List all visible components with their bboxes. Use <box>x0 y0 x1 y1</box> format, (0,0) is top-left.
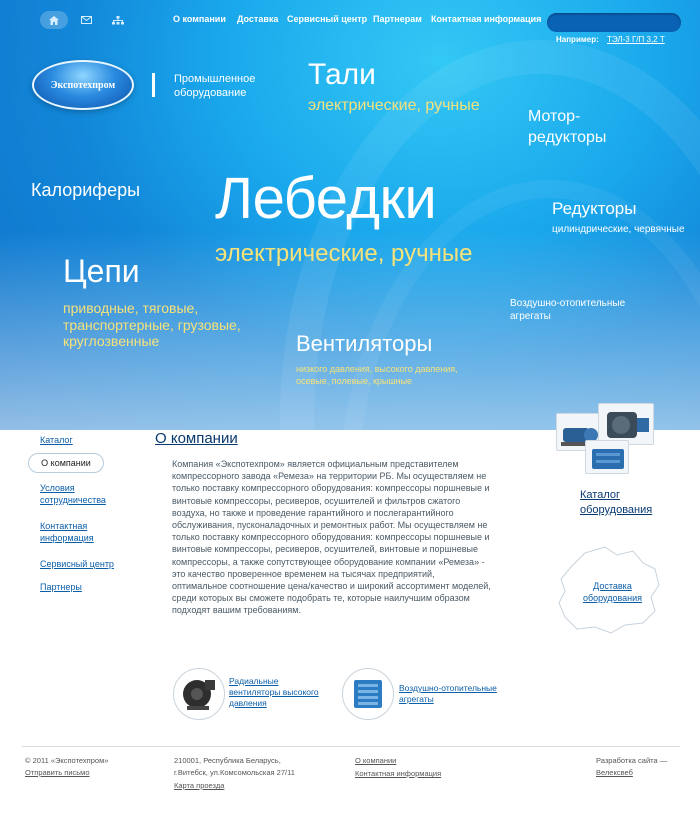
mail-icon[interactable] <box>72 11 100 29</box>
search-example-link[interactable]: ТЭЛ-3 Г/П 3,2 Т <box>607 35 665 44</box>
footer-map-link[interactable]: Карта проезда <box>174 781 224 790</box>
footer-contacts-link[interactable]: Контактная информация <box>355 769 441 778</box>
tali-subtitle: электрические, ручные <box>308 97 480 114</box>
link-reduktory[interactable]: Редукторы <box>552 199 636 219</box>
footer-developer-link[interactable]: Велексвеб <box>596 768 633 777</box>
product-link-radial-fans[interactable]: Радиальные вентиляторы высокого давления <box>229 676 329 709</box>
link-lebedki[interactable]: Лебедки <box>215 165 437 232</box>
page-text: Компания «Экспотехпром» является официал… <box>172 459 491 616</box>
sidebar-item-service[interactable]: Сервисный центр <box>40 558 130 570</box>
sitemap-icon[interactable] <box>104 11 132 29</box>
reduktory-subtitle: цилиндрические, червячные <box>552 224 685 235</box>
sidebar-item-terms[interactable]: Условия сотрудничества <box>40 482 130 506</box>
equipment-image[interactable] <box>598 403 654 445</box>
link-ventilatory[interactable]: Вентиляторы <box>296 331 432 357</box>
home-icon[interactable] <box>40 11 68 29</box>
nav-service-center[interactable]: Сервисный центр <box>287 14 367 24</box>
link-motor-reduktory[interactable]: Мотор- редукторы <box>528 106 606 148</box>
sidebar-item-partners[interactable]: Партнеры <box>40 581 130 593</box>
heater-unit-icon <box>354 680 382 708</box>
link-kalorifery[interactable]: Калориферы <box>31 180 140 201</box>
search-input[interactable] <box>547 13 681 32</box>
logo[interactable]: Экспотехпром <box>32 60 134 110</box>
link-tsepi[interactable]: Цепи <box>63 253 140 290</box>
search-example-label: Например: <box>556 35 599 44</box>
sidebar-item-contacts[interactable]: Контактная информация <box>40 520 130 544</box>
link-tali[interactable]: Тали <box>308 58 376 92</box>
nav-partners[interactable]: Партнерам <box>373 14 422 24</box>
divider <box>152 73 155 97</box>
nav-delivery[interactable]: Доставка <box>237 14 278 24</box>
footer-divider <box>22 746 680 747</box>
footer-send-mail-link[interactable]: Отправить письмо <box>25 768 90 777</box>
nav-about[interactable]: О компании <box>173 14 226 24</box>
logo-text: Экспотехпром <box>50 79 116 91</box>
footer-developer-label: Разработка сайта — <box>596 756 668 765</box>
footer-address-line-1: 210001, Республика Беларусь, <box>174 756 281 765</box>
ventilatory-subtitle: низкого давления, высокого давления, осе… <box>296 364 458 386</box>
product-link-heaters[interactable]: Воздушно-отопительные агрегаты <box>399 683 509 705</box>
product-thumbnail[interactable] <box>342 668 394 720</box>
link-vozdushno-otopitelnye[interactable]: Воздушно-отопительные агрегаты <box>510 298 660 323</box>
sidebar-item-about[interactable]: О компании <box>28 453 104 473</box>
equipment-image[interactable] <box>585 440 629 474</box>
product-thumbnail[interactable] <box>173 668 225 720</box>
footer-address-line-2: г.Витебск, ул.Комсомольская 27/11 <box>174 768 295 777</box>
fan-icon <box>183 680 215 710</box>
catalog-link[interactable]: Каталог оборудования <box>580 488 670 518</box>
sidebar-item-catalog[interactable]: Каталог <box>40 434 130 446</box>
lebedki-subtitle: электрические, ручные <box>215 240 473 267</box>
delivery-link[interactable]: Доставка оборудования <box>575 580 650 604</box>
tagline: Промышленное оборудование <box>174 73 256 99</box>
footer-copyright: © 2011 «Экспотехпром» <box>25 756 109 765</box>
footer-about-link[interactable]: О компании <box>355 756 396 765</box>
tsepi-subtitle: приводные, тяговые, транспортерные, груз… <box>63 300 241 349</box>
nav-contacts[interactable]: Контактная информация <box>431 14 541 24</box>
page-title: О компании <box>155 430 238 447</box>
search-example: Например: ТЭЛ-3 Г/П 3,2 Т <box>556 35 665 44</box>
